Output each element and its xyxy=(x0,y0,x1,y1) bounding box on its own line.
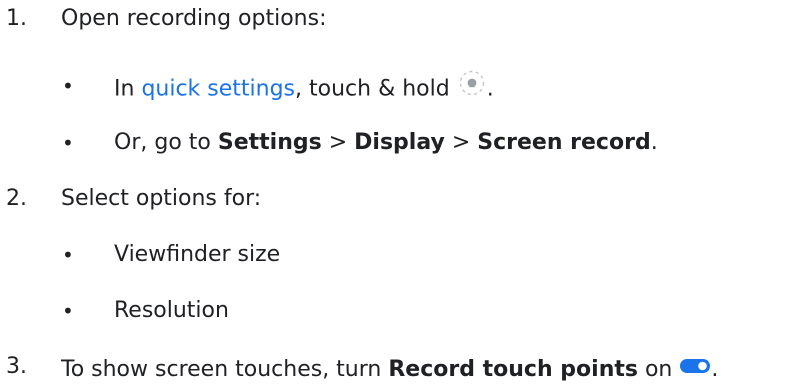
separator: > xyxy=(321,130,355,155)
step-text: Open recording options: xyxy=(61,6,327,31)
text-prefix: In xyxy=(114,76,142,102)
bullet-text: Viewfinder size xyxy=(114,242,281,267)
step-number: 3. xyxy=(6,354,27,379)
quick-settings-link[interactable]: quick settings xyxy=(141,77,295,102)
bullet-dot: • xyxy=(62,131,74,155)
screen-record-icon xyxy=(457,69,487,106)
step-number: 2. xyxy=(6,186,27,211)
step-2-bullet-2: • Resolution xyxy=(0,296,793,326)
step-1-bullet-2: • Or, go to Settings > Display > Screen … xyxy=(0,128,793,158)
record-touch-points-label: Record touch points xyxy=(388,357,638,382)
display-label: Display xyxy=(354,130,445,155)
screen-record-label: Screen record xyxy=(477,130,651,155)
text-middle: , touch & hold xyxy=(295,76,457,102)
text-suffix: . xyxy=(711,357,719,382)
bullet-text: In quick settings, touch & hold . xyxy=(114,69,494,108)
text-prefix: Or, go to xyxy=(114,130,218,155)
bullet-dot: • xyxy=(62,299,74,323)
text-suffix: . xyxy=(650,130,658,155)
step-2: 2. Select options for: xyxy=(0,184,793,214)
step-1-bullet-1: • In quick settings, touch & hold . xyxy=(0,70,793,102)
settings-label: Settings xyxy=(217,130,322,155)
bullet-text: Or, go to Settings > Display > Screen re… xyxy=(114,128,658,158)
step-text: To show screen touches, turn Record touc… xyxy=(61,355,718,385)
step-1: 1. Open recording options: xyxy=(0,4,793,34)
text-suffix: . xyxy=(486,76,494,102)
toggle-on-icon xyxy=(679,353,711,383)
text-middle: on xyxy=(637,357,680,382)
step-text: Select options for: xyxy=(61,186,262,211)
bullet-dot: • xyxy=(62,243,74,267)
text-prefix: To show screen touches, turn xyxy=(61,357,389,382)
step-number: 1. xyxy=(6,6,27,31)
step-3: 3. To show screen touches, turn Record t… xyxy=(0,354,793,385)
separator: > xyxy=(444,130,478,155)
step-2-bullet-1: • Viewfinder size xyxy=(0,240,793,270)
bullet-dot: • xyxy=(62,74,74,98)
bullet-text: Resolution xyxy=(114,298,229,323)
